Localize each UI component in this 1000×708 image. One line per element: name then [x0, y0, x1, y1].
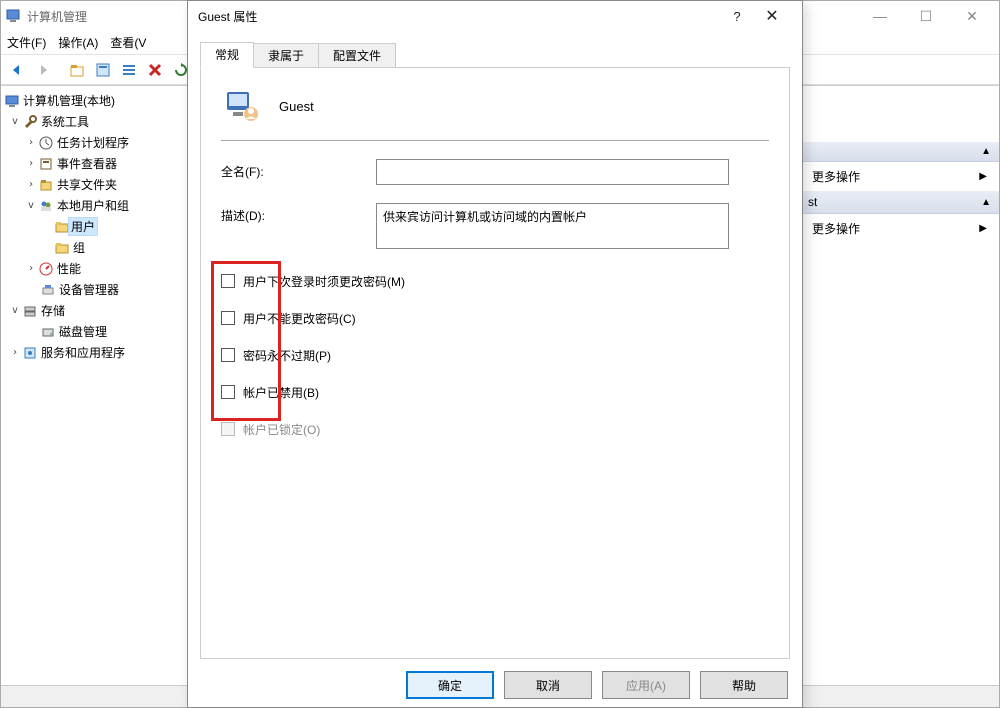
checkbox-icon[interactable]: [221, 348, 235, 362]
tab-memberof[interactable]: 隶属于: [253, 43, 319, 69]
computer-icon: [3, 93, 21, 109]
tree-disk[interactable]: 磁盘管理: [1, 321, 188, 342]
list-button[interactable]: [117, 58, 141, 82]
checkbox-icon[interactable]: [221, 274, 235, 288]
help-button[interactable]: ?: [722, 9, 752, 24]
collapse-triangle-icon: ▲: [981, 146, 991, 157]
up-button[interactable]: [65, 58, 89, 82]
tab-profile[interactable]: 配置文件: [318, 43, 396, 69]
fullname-label: 全名(F):: [221, 159, 376, 180]
tab-strip: 常规 隶属于 配置文件: [200, 41, 790, 67]
storage-icon: [21, 303, 39, 319]
perf-icon: [37, 261, 55, 277]
chevron-right-icon: ▶: [979, 223, 987, 234]
tree-pane[interactable]: 计算机管理(本地) v 系统工具 › 任务计划程序 › 事件查看器 › 共享文件…: [1, 86, 189, 685]
menu-file[interactable]: 文件(F): [7, 34, 46, 51]
action-pane: ▲ 更多操作▶ st▲ 更多操作▶: [799, 86, 999, 685]
delete-button[interactable]: [143, 58, 167, 82]
expand-icon[interactable]: ›: [25, 263, 37, 274]
account-name: Guest: [279, 99, 314, 114]
tab-general[interactable]: 常规: [200, 42, 254, 68]
collapse-icon[interactable]: v: [25, 200, 37, 211]
menu-action[interactable]: 操作(A): [58, 34, 98, 51]
checkbox-icon[interactable]: [221, 311, 235, 325]
action-header[interactable]: ▲: [800, 142, 999, 162]
dialog-titlebar[interactable]: Guest 属性 ? ✕: [188, 1, 802, 31]
tree-share[interactable]: › 共享文件夹: [1, 174, 188, 195]
clock-icon: [37, 135, 55, 151]
check-must-change[interactable]: 用户下次登录时须更改密码(M): [221, 267, 769, 295]
ok-button[interactable]: 确定: [406, 671, 494, 699]
menu-view[interactable]: 查看(V: [110, 34, 146, 51]
check-account-disabled[interactable]: 帐户已禁用(B): [221, 378, 769, 406]
description-label: 描述(D):: [221, 203, 376, 224]
user-icon: [221, 86, 261, 126]
event-icon: [37, 156, 55, 172]
apply-button[interactable]: 应用(A): [602, 671, 690, 699]
collapse-icon[interactable]: v: [9, 116, 21, 127]
props-button[interactable]: [91, 58, 115, 82]
minimize-button[interactable]: —: [857, 1, 903, 31]
collapse-triangle-icon: ▲: [981, 197, 991, 208]
back-button[interactable]: [5, 58, 29, 82]
checkbox-icon[interactable]: [221, 385, 235, 399]
check-cannot-change[interactable]: 用户不能更改密码(C): [221, 304, 769, 332]
tree-perf[interactable]: › 性能: [1, 258, 188, 279]
forward-button[interactable]: [31, 58, 55, 82]
divider: [221, 140, 769, 141]
close-window-button[interactable]: ✕: [949, 1, 995, 31]
users-icon: [37, 198, 55, 214]
chevron-right-icon: ▶: [979, 171, 987, 182]
action-sub-header[interactable]: st▲: [800, 191, 999, 214]
tree-event[interactable]: › 事件查看器: [1, 153, 188, 174]
check-never-expire[interactable]: 密码永不过期(P): [221, 341, 769, 369]
device-icon: [39, 282, 57, 298]
fullname-input[interactable]: [376, 159, 729, 185]
tree-task[interactable]: › 任务计划程序: [1, 132, 188, 153]
action-more-2[interactable]: 更多操作▶: [800, 214, 999, 243]
collapse-icon[interactable]: v: [9, 305, 21, 316]
properties-dialog: Guest 属性 ? ✕ 常规 隶属于 配置文件 Guest 全名(F): 描述…: [187, 0, 803, 708]
checkbox-icon: [221, 422, 235, 436]
tree-storage[interactable]: v 存储: [1, 300, 188, 321]
tree-devmgr[interactable]: 设备管理器: [1, 279, 188, 300]
tab-panel-general: Guest 全名(F): 描述(D): 用户下次登录时须更改密码(M) 用户不能…: [200, 67, 790, 659]
share-icon: [37, 177, 55, 193]
tools-icon: [21, 114, 39, 130]
expand-icon[interactable]: ›: [25, 158, 37, 169]
folder-icon: [53, 240, 71, 256]
expand-icon[interactable]: ›: [9, 347, 21, 358]
tree-groups[interactable]: 组: [1, 237, 188, 258]
check-account-locked: 帐户已锁定(O): [221, 415, 769, 443]
tree-root[interactable]: 计算机管理(本地): [1, 90, 188, 111]
services-icon: [21, 345, 39, 361]
expand-icon[interactable]: ›: [25, 137, 37, 148]
cancel-button[interactable]: 取消: [504, 671, 592, 699]
app-icon: [5, 8, 21, 24]
disk-icon: [39, 324, 57, 340]
maximize-button[interactable]: ☐: [903, 1, 949, 31]
action-more-1[interactable]: 更多操作▶: [800, 162, 999, 191]
description-input[interactable]: [376, 203, 729, 249]
dialog-buttons: 确定 取消 应用(A) 帮助: [406, 671, 788, 699]
tree-services[interactable]: › 服务和应用程序: [1, 342, 188, 363]
dialog-title: Guest 属性: [198, 8, 722, 25]
tree-systools[interactable]: v 系统工具: [1, 111, 188, 132]
expand-icon[interactable]: ›: [25, 179, 37, 190]
close-dialog-button[interactable]: ✕: [752, 6, 792, 26]
help-button-bottom[interactable]: 帮助: [700, 671, 788, 699]
tree-localusers[interactable]: v 本地用户和组: [1, 195, 188, 216]
tree-users[interactable]: 用户: [1, 216, 188, 237]
